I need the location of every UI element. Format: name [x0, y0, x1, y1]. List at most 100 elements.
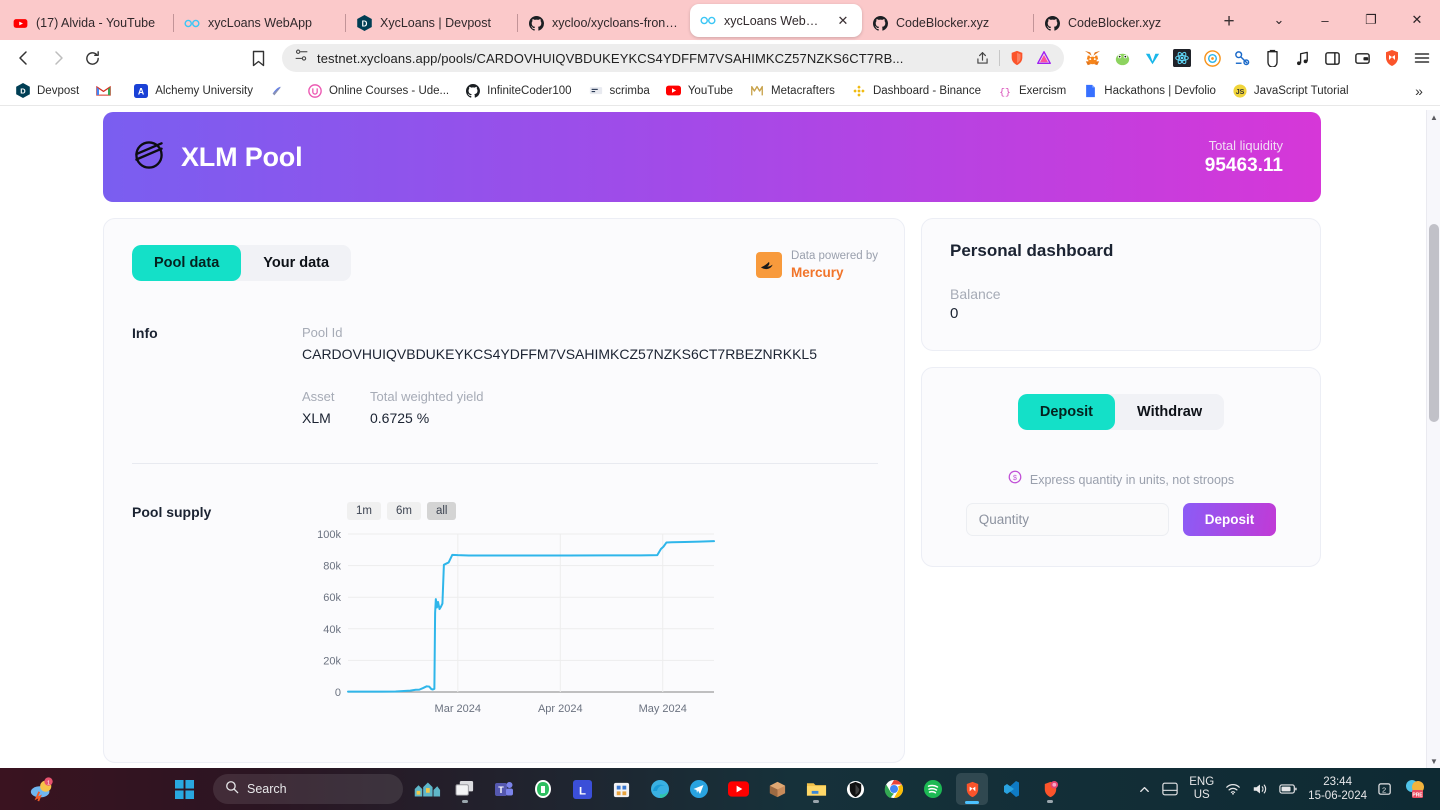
address-bar[interactable]: testnet.xycloans.app/pools/CARDOVHUIQVBD… [282, 44, 1064, 72]
notification-icon[interactable]: 2 [1378, 782, 1393, 797]
vscode-icon[interactable] [995, 773, 1027, 805]
close-window-button[interactable]: ✕ [1394, 0, 1440, 40]
bookmark-label: Hackathons | Devfolio [1104, 84, 1216, 97]
telegram-icon[interactable] [683, 773, 715, 805]
range-all-button[interactable]: all [426, 502, 457, 521]
language-indicator[interactable]: ENG US [1189, 776, 1214, 802]
file-explorer-icon[interactable] [800, 773, 832, 805]
browser-tab[interactable]: (17) Alvida - YouTube [2, 6, 174, 40]
close-icon[interactable]: ✕ [834, 12, 852, 30]
brave-extension-icon[interactable] [1382, 48, 1402, 68]
range-6m-button[interactable]: 6m [386, 502, 421, 521]
minecraft-icon[interactable] [761, 773, 793, 805]
bookmark-item[interactable]: Dashboard - Binance [844, 80, 988, 102]
browser-tab[interactable]: CodeBlocker.xyz [1033, 6, 1206, 40]
scroll-up-arrow[interactable]: ▲ [1427, 110, 1440, 124]
range-1m-button[interactable]: 1m [347, 502, 381, 521]
menu-icon[interactable] [1412, 48, 1432, 68]
evernote-icon[interactable] [527, 773, 559, 805]
tab-pool-data[interactable]: Pool data [132, 245, 242, 281]
bookmark-item[interactable] [88, 80, 124, 102]
forward-icon[interactable] [42, 43, 74, 73]
bookmark-item[interactable]: {} Exercism [990, 80, 1073, 102]
svg-text:D: D [20, 87, 26, 96]
edge-icon[interactable] [644, 773, 676, 805]
sidebar-toggle-icon[interactable] [1322, 48, 1342, 68]
brave-rewards-icon[interactable] [1034, 48, 1054, 68]
keplr-wallet-icon[interactable] [1262, 48, 1282, 68]
scrollbar-thumb[interactable] [1429, 224, 1439, 422]
rabby-wallet-icon[interactable] [1112, 48, 1132, 68]
brave-shields-icon[interactable] [1007, 48, 1027, 68]
spotify-icon[interactable] [917, 773, 949, 805]
share-icon[interactable] [972, 48, 992, 68]
scroll-down-arrow[interactable]: ▼ [1427, 754, 1440, 768]
address-text: testnet.xycloans.app/pools/CARDOVHUIQVBD… [317, 50, 904, 66]
microsoft-store-icon[interactable] [605, 773, 637, 805]
react-devtools-icon[interactable] [1172, 48, 1192, 68]
wifi-icon[interactable] [1225, 782, 1241, 796]
lightshot-icon[interactable]: L [566, 773, 598, 805]
page-scrollbar[interactable]: ▲ ▼ [1426, 110, 1440, 768]
youtube-icon[interactable] [722, 773, 754, 805]
task-view-icon[interactable] [449, 773, 481, 805]
pool-supply-block: Pool supply 1m 6m all 0 20k 40k 60k 80k 100k M… [132, 502, 878, 724]
bookmark-item[interactable]: A Alchemy University [126, 80, 260, 102]
mercury-name: Mercury [791, 264, 844, 280]
bookmarks-overflow-icon[interactable]: » [1406, 79, 1432, 103]
teams-icon[interactable]: T [488, 773, 520, 805]
chevron-up-icon[interactable] [1138, 783, 1151, 796]
weather-widget-icon[interactable]: 1 [26, 773, 58, 805]
browser-tab[interactable]: D XycLoans | Devpost [345, 6, 518, 40]
mercury-attribution[interactable]: Data powered by Mercury [756, 245, 878, 281]
brave-icon[interactable] [839, 773, 871, 805]
new-tab-button[interactable]: + [1214, 7, 1244, 37]
bookmark-label: Metacrafters [771, 84, 835, 97]
widgets-icon[interactable] [410, 773, 442, 805]
music-icon[interactable] [1292, 48, 1312, 68]
bookmark-item[interactable]: Metacrafters [742, 80, 842, 102]
freighter-wallet-icon[interactable] [1202, 48, 1222, 68]
back-icon[interactable] [8, 43, 40, 73]
pre-app-icon[interactable]: PRE [1404, 778, 1426, 800]
brave-active-icon[interactable] [956, 773, 988, 805]
taskbar-search[interactable]: Search [213, 774, 403, 804]
bookmark-item[interactable]: InfiniteCoder100 [458, 80, 578, 102]
browser-tab-active[interactable]: xycLoans WebApp ✕ [690, 4, 862, 37]
reload-icon[interactable] [76, 43, 108, 73]
bookmark-item[interactable] [262, 80, 298, 102]
touchpad-icon[interactable] [1162, 782, 1178, 796]
bookmark-item[interactable]: D Devpost [8, 80, 86, 102]
battery-icon[interactable] [1279, 783, 1297, 795]
svg-text:PRE: PRE [1412, 793, 1423, 799]
bookmark-item[interactable]: Hackathons | Devfolio [1075, 80, 1223, 102]
bookmark-item[interactable]: scrimba [581, 80, 657, 102]
minimize-button[interactable]: – [1302, 0, 1348, 40]
tab-withdraw[interactable]: Withdraw [1115, 394, 1225, 430]
windows-icon[interactable] [168, 773, 200, 805]
bookmark-item[interactable]: JS JavaScript Tutorial [1225, 80, 1356, 102]
browser-tab[interactable]: xycloo/xycloans-frontend: [517, 6, 690, 40]
tab-your-data[interactable]: Your data [241, 245, 352, 281]
site-settings-icon[interactable] [294, 48, 309, 68]
maximize-button[interactable]: ❐ [1348, 0, 1394, 40]
password-manager-icon[interactable] [1232, 48, 1252, 68]
metamask-icon[interactable] [1082, 48, 1102, 68]
wallet-card-icon[interactable] [1352, 48, 1372, 68]
balance-label: Balance [950, 286, 1001, 302]
vimeo-extension-icon[interactable] [1142, 48, 1162, 68]
tab-search-icon[interactable]: ⌄ [1256, 0, 1302, 40]
deposit-submit-button[interactable]: Deposit [1182, 503, 1277, 536]
tab-deposit[interactable]: Deposit [1017, 394, 1116, 430]
volume-icon[interactable] [1252, 782, 1268, 796]
bookmark-sidebar-icon[interactable] [242, 43, 274, 73]
browser-tab[interactable]: CodeBlocker.xyz [862, 6, 1034, 40]
bookmark-item[interactable]: YouTube [659, 80, 740, 102]
quantity-input[interactable] [965, 503, 1169, 536]
chrome-icon[interactable] [878, 773, 910, 805]
bookmark-label: Online Courses - Ude... [328, 84, 450, 97]
bookmark-item[interactable]: Online Courses - Ude... [300, 80, 456, 102]
brave-beta-icon[interactable] [1034, 773, 1066, 805]
taskbar-clock[interactable]: 23:44 15-06-2024 [1308, 775, 1367, 804]
browser-tab[interactable]: xycLoans WebApp [173, 6, 346, 40]
